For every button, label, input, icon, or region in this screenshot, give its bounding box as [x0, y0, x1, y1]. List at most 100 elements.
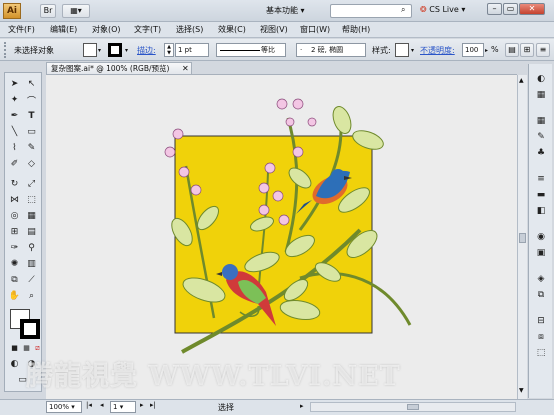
chevron-down-icon[interactable]: ▾ [411, 47, 414, 54]
blob-brush-icon[interactable]: ✐ [7, 157, 22, 171]
close-button[interactable]: ✕ [519, 3, 545, 15]
pencil-icon[interactable]: ✎ [24, 141, 39, 155]
restore-button[interactable]: ▭ [503, 3, 518, 15]
stroke-stepper[interactable]: ▲ ▼ [164, 43, 174, 57]
menu-type[interactable]: 文字(T) [134, 23, 161, 37]
mesh-tool-icon[interactable]: ⊞ [7, 225, 22, 239]
stroke-link[interactable]: 描边: [137, 45, 156, 56]
document-setup-icon[interactable]: ▤ [505, 43, 519, 57]
graphic-styles-icon[interactable]: ▣ [533, 246, 549, 260]
zoom-tool-icon[interactable]: ⌕ [24, 289, 39, 303]
rectangle-tool-icon[interactable]: ▭ [24, 125, 39, 139]
fill-swatch[interactable] [83, 43, 97, 57]
align-icon[interactable]: ⊞ [520, 43, 534, 57]
gradient-tool-icon[interactable]: ▤ [24, 225, 39, 239]
scroll-thumb[interactable] [519, 233, 526, 243]
draw-mode-icon[interactable]: ◐ [7, 357, 22, 371]
arrange-documents-icon[interactable]: ▦▾ [62, 4, 90, 18]
paintbrush-icon[interactable]: ⌇ [7, 141, 22, 155]
menu-file[interactable]: 文件(F) [8, 23, 35, 37]
pen-tool-icon[interactable]: ✒ [7, 109, 22, 123]
opacity-field[interactable]: 100 [462, 43, 484, 57]
vertical-scrollbar[interactable]: ▲ ▼ [517, 75, 527, 399]
pathfinder-icon[interactable]: ⧈ [533, 330, 549, 344]
scale-tool-icon[interactable]: ⤢ [24, 177, 39, 191]
next-page-icon[interactable]: ▸ [140, 401, 144, 409]
transparency-icon[interactable]: ◧ [533, 204, 549, 218]
cs-live-button[interactable]: ❂ CS Live ▾ [420, 5, 465, 14]
zoom-field[interactable]: 100% ▾ [46, 401, 82, 413]
variable-width-profile[interactable]: 等比 [216, 43, 286, 57]
none-mode-icon[interactable]: ⧄ [30, 341, 45, 355]
artboard-tool-icon[interactable]: ⧉ [7, 273, 22, 287]
align-panel-icon[interactable]: ⊟ [533, 314, 549, 328]
stroke-panel-icon[interactable]: ≡ [533, 172, 549, 186]
column-graph-icon[interactable]: ▥ [24, 257, 39, 271]
panel-dock: ◐ ▦ ▦ ✎ ♣ ≡ ▬ ◧ ◉ ▣ ◈ ⧉ ⊟ ⧈ ⬚ [528, 64, 552, 398]
selection-tool-icon[interactable]: ➤ [7, 77, 22, 91]
color-guide-icon[interactable]: ▦ [533, 88, 549, 102]
magic-wand-icon[interactable]: ✦ [7, 93, 22, 107]
slice-tool-icon[interactable]: ⟋ [24, 273, 39, 287]
canvas[interactable] [46, 75, 517, 399]
brush-definition[interactable]: · 2 磅, 椭圆 [296, 43, 366, 57]
gradient-panel-icon[interactable]: ▬ [533, 188, 549, 202]
stroke-weight-field[interactable]: 1 pt [175, 43, 209, 57]
previous-page-icon[interactable]: ◂ [100, 401, 104, 409]
eyedropper-icon[interactable]: ✑ [7, 241, 22, 255]
first-page-icon[interactable]: |◂ [86, 401, 92, 409]
status-arrow-icon[interactable]: ▸ [300, 402, 304, 410]
type-tool-icon[interactable]: T [24, 109, 39, 123]
menu-edit[interactable]: 编辑(E) [50, 23, 77, 37]
stroke-swatch[interactable] [108, 43, 122, 57]
chevron-up-icon[interactable]: ▲ [519, 77, 524, 84]
layers-icon[interactable]: ◈ [533, 272, 549, 286]
symbols-icon[interactable]: ♣ [533, 146, 549, 160]
perspective-grid-icon[interactable]: ▦ [24, 209, 39, 223]
chevron-right-icon[interactable]: ▸ [485, 47, 488, 54]
free-transform-icon[interactable]: ⬚ [24, 193, 39, 207]
cs-live-label: CS Live [429, 5, 459, 14]
menu-effect[interactable]: 效果(C) [218, 23, 246, 37]
workspace-switcher[interactable]: 基本功能 ▾ [266, 4, 318, 18]
hand-tool-icon[interactable]: ✋ [7, 289, 22, 303]
brush-label: 2 磅, 椭圆 [311, 46, 344, 54]
grip-icon [4, 42, 7, 58]
bridge-icon[interactable]: Br [40, 4, 56, 18]
shape-builder-icon[interactable]: ◎ [7, 209, 22, 223]
blend-tool-icon[interactable]: ⚲ [24, 241, 39, 255]
swatches-icon[interactable]: ▦ [533, 114, 549, 128]
last-page-icon[interactable]: ▸| [150, 401, 156, 409]
line-tool-icon[interactable]: ╲ [7, 125, 22, 139]
direct-selection-tool-icon[interactable]: ↖ [24, 77, 39, 91]
menu-help[interactable]: 帮助(H) [342, 23, 370, 37]
menu-select[interactable]: 选择(S) [176, 23, 203, 37]
search-input[interactable]: ⌕ [330, 4, 412, 18]
color-panel-icon[interactable]: ◐ [533, 72, 549, 86]
menu-window[interactable]: 窗口(W) [300, 23, 330, 37]
chevron-down-icon[interactable]: ▼ [519, 387, 524, 394]
brushes-icon[interactable]: ✎ [533, 130, 549, 144]
minimize-button[interactable]: – [487, 3, 502, 15]
menu-object[interactable]: 对象(O) [92, 23, 121, 37]
stroke-color-box[interactable] [20, 319, 40, 339]
status-text: 选择 [218, 403, 234, 412]
lasso-icon[interactable]: ⌒ [24, 93, 39, 107]
close-icon[interactable]: ✕ [182, 64, 189, 73]
transform-panel-icon[interactable]: ⬚ [533, 346, 549, 360]
appearance-icon[interactable]: ◉ [533, 230, 549, 244]
menu-view[interactable]: 视图(V) [260, 23, 288, 37]
artboards-icon[interactable]: ⧉ [533, 288, 549, 302]
width-tool-icon[interactable]: ⋈ [7, 193, 22, 207]
chevron-down-icon[interactable]: ▾ [125, 47, 128, 54]
scroll-thumb[interactable] [407, 404, 419, 410]
page-field[interactable]: 1 ▾ [110, 401, 136, 413]
rotate-tool-icon[interactable]: ↻ [7, 177, 22, 191]
panel-menu-icon[interactable]: ≡ [536, 43, 550, 57]
horizontal-scrollbar[interactable] [310, 402, 516, 412]
chevron-down-icon[interactable]: ▾ [98, 47, 101, 54]
eraser-icon[interactable]: ◇ [24, 157, 39, 171]
graphic-style-swatch[interactable] [395, 43, 409, 57]
symbol-sprayer-icon[interactable]: ✺ [7, 257, 22, 271]
opacity-link[interactable]: 不透明度: [420, 45, 455, 56]
